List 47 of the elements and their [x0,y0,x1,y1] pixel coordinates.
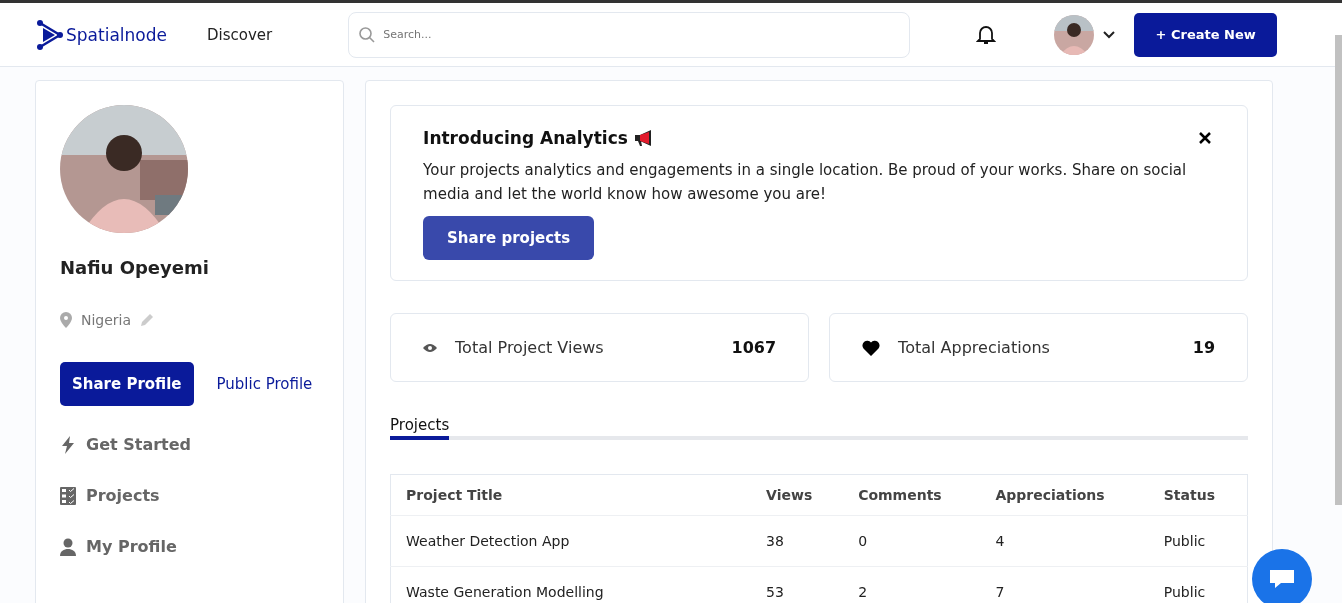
checklist-icon [60,486,76,505]
notification-bell-icon[interactable] [976,23,997,46]
table-cell: 2 [843,566,981,603]
logo-icon [35,18,65,51]
stat-label: Total Appreciations [898,338,1051,357]
menu-item[interactable]: Projects [60,486,344,505]
banner-text: Your projects analytics and engagements in a single location. Be proud of your works. Share on social media and let the world know how awesome you are! [423,160,1188,205]
location-pin-icon [60,312,72,328]
menu-item[interactable]: Get Started [60,435,344,454]
table-cell: 38 [751,515,844,567]
create-new-button[interactable]: + Create New [1134,12,1278,57]
caret-icon[interactable] [1102,29,1117,40]
chat-bubble-icon [1269,568,1295,590]
lightning-icon [60,435,76,454]
table-cell: Public [1148,515,1248,567]
table-cell: Waste Generation Modelling [390,566,752,603]
table-cell: Public [1148,566,1248,603]
stat-value: 19 [1192,338,1216,357]
column-header: Comments [843,474,981,516]
search-field[interactable]: Search... [348,11,911,58]
share-projects-button[interactable]: Share projects [423,216,595,260]
logo-text: Spatialnode [66,24,167,45]
table-cell: Weather Detection App [390,515,752,567]
column-header: Project Title [390,474,752,516]
column-header: Appreciations [980,474,1149,516]
close-icon[interactable] [1199,132,1212,144]
banner-title: Introducing Analytics [423,128,628,148]
tab[interactable]: Projects [390,416,450,440]
column-header: Status [1148,474,1248,516]
menu-item[interactable]: My Profile [60,537,344,556]
table-cell: 4 [980,515,1149,567]
logo[interactable]: Spatialnode [35,18,167,51]
heart-icon [862,339,881,356]
profile-name: Nafiu Opeyemi [60,257,210,278]
column-header: Views [751,474,844,516]
share-profile-button[interactable]: Share Profile [60,362,194,406]
person-icon [60,537,76,556]
table-cell: 53 [751,566,844,603]
stat-value: 1067 [731,338,777,357]
table-cell: 7 [980,566,1149,603]
discover-link[interactable]: Discover [206,25,273,44]
eye-icon [423,342,438,353]
table-cell: 0 [843,515,981,567]
chat-button[interactable] [1252,549,1312,603]
public-profile-link[interactable]: Public Profile [216,375,313,393]
location-text: Nigeria [81,312,132,328]
stat-label: Total Project Views [455,338,605,357]
